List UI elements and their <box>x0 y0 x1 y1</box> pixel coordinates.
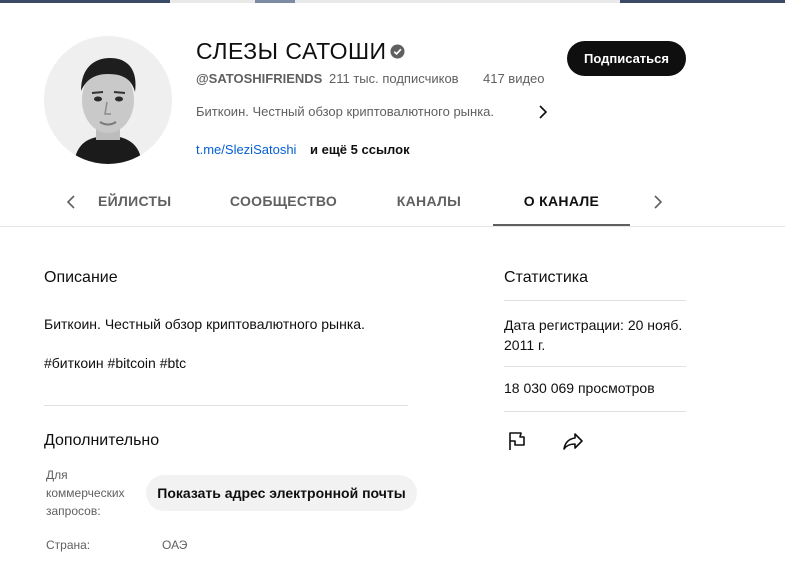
subscriber-count: 211 тыс. подписчиков <box>329 71 459 86</box>
divider <box>504 411 686 412</box>
channel-link[interactable]: t.me/SleziSatoshi <box>196 142 296 157</box>
chevron-right-icon[interactable] <box>651 194 665 210</box>
country-value: ОАЭ <box>162 538 188 552</box>
description-text: Биткоин. Честный обзор криптовалютного р… <box>44 316 365 332</box>
tab-channels[interactable]: КАНАЛЫ <box>390 178 468 224</box>
chevron-right-icon[interactable] <box>536 104 550 120</box>
view-count: 18 030 069 просмотров <box>504 380 655 396</box>
channel-title: СЛЕЗЫ САТОШИ <box>196 38 387 64</box>
stats-heading: Статистика <box>504 269 589 286</box>
tab-about[interactable]: О КАНАЛЕ <box>493 178 630 226</box>
verified-badge-icon <box>390 44 405 59</box>
additional-heading: Дополнительно <box>44 432 160 449</box>
country-label: Страна: <box>46 538 91 552</box>
business-inquiries-label: Для коммерческих запросов: <box>46 468 125 518</box>
divider <box>44 405 408 406</box>
avatar-portrait <box>44 36 172 164</box>
divider <box>504 366 686 367</box>
divider <box>504 300 686 301</box>
channel-handle: @SATOSHIFRIENDS <box>196 71 323 86</box>
tab-playlists[interactable]: ЕЙЛИСТЫ <box>98 178 174 224</box>
channel-short-description[interactable]: Биткоин. Честный обзор криптовалютного р… <box>196 104 494 119</box>
subscribe-button[interactable]: Подписаться <box>567 41 686 76</box>
description-hashtags[interactable]: #биткоин #bitcoin #btc <box>44 355 186 371</box>
registration-date: Дата регистрации: 20 нояб. 2011 г. <box>504 317 683 353</box>
flag-icon[interactable] <box>505 429 529 453</box>
share-icon[interactable] <box>561 429 585 453</box>
description-heading: Описание <box>44 269 118 286</box>
show-email-button[interactable]: Показать адрес электронной почты <box>146 475 417 511</box>
channel-avatar[interactable] <box>44 36 172 164</box>
tab-community[interactable]: СООБЩЕСТВО <box>226 178 341 224</box>
top-banner-strip <box>0 0 785 3</box>
chevron-left-icon[interactable] <box>64 194 78 210</box>
video-count: 417 видео <box>483 71 545 86</box>
channel-tabs: ЕЙЛИСТЫ СООБЩЕСТВО КАНАЛЫ О КАНАЛЕ <box>0 178 785 227</box>
more-links-button[interactable]: и ещё 5 ссылок <box>310 142 410 157</box>
